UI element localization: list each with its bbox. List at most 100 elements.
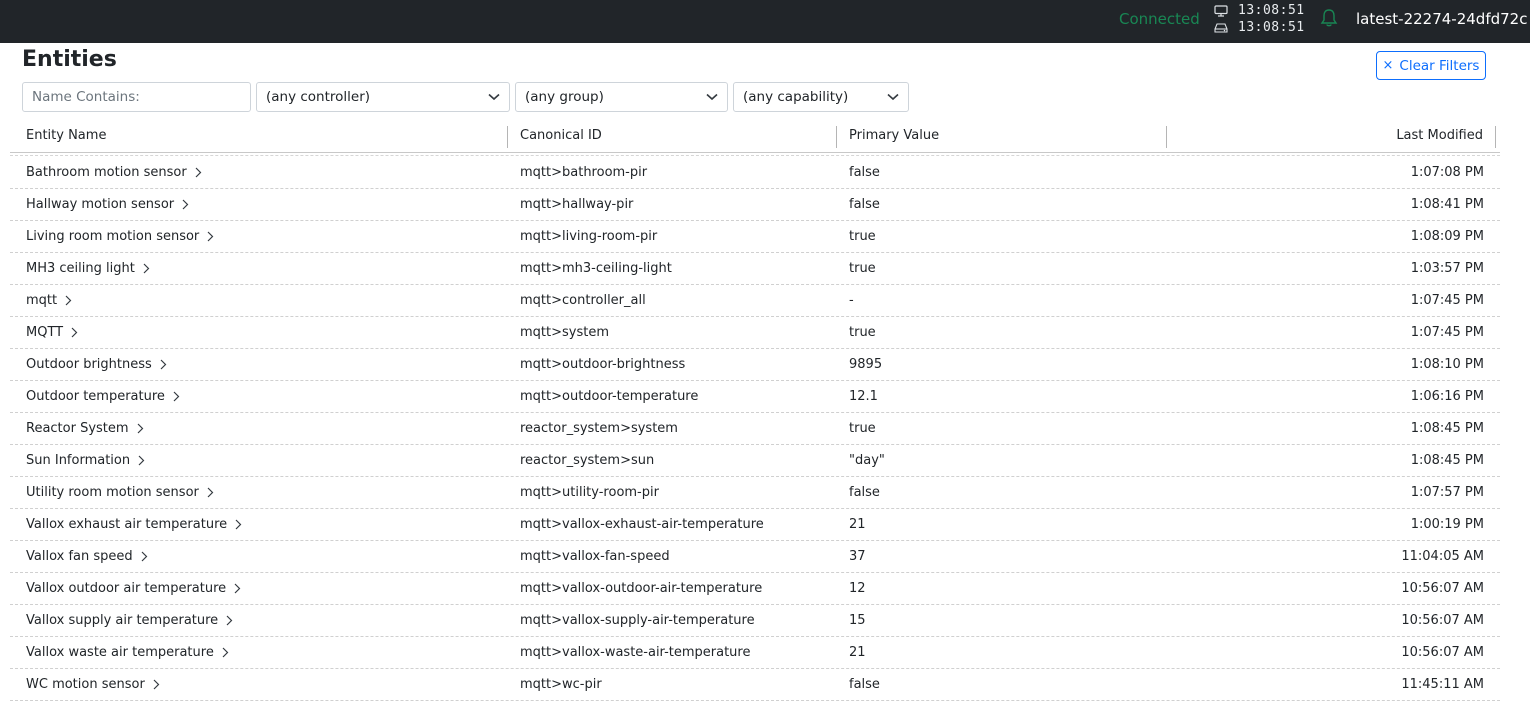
entity-name[interactable]: Outdoor brightness: [26, 357, 152, 372]
table-row[interactable]: Reactor System reactor_system>system true 1…: [10, 413, 1500, 445]
chevron-right-icon[interactable]: [173, 391, 180, 402]
canonical-id-cell: reactor_system>system: [520, 421, 678, 436]
name-filter-input[interactable]: Name Contains:: [22, 82, 251, 112]
column-resizer[interactable]: [836, 126, 837, 148]
table-row[interactable]: Utility room motion sensor mqtt>utility-r…: [10, 477, 1500, 509]
primary-value-cell: -: [849, 293, 854, 308]
entity-name[interactable]: MQTT: [26, 325, 63, 340]
table-row[interactable]: MH3 ceiling light mqtt>mh3-ceiling-light t…: [10, 253, 1500, 285]
entity-name-cell[interactable]: Living room motion sensor: [26, 229, 214, 244]
table-row[interactable]: Outdoor temperature mqtt>outdoor-temperat…: [10, 381, 1500, 413]
table-row[interactable]: Living room motion sensor mqtt>living-roo…: [10, 221, 1500, 253]
entity-name-cell[interactable]: Vallox outdoor air temperature: [26, 581, 241, 596]
table-row[interactable]: Hallway motion sensor mqtt>hallway-pir fal…: [10, 189, 1500, 221]
entity-name[interactable]: Vallox waste air temperature: [26, 645, 214, 660]
chevron-right-icon[interactable]: [195, 167, 202, 178]
table-row[interactable]: Vallox waste air temperature mqtt>vallox-…: [10, 637, 1500, 669]
controller-select[interactable]: (any controller): [256, 82, 510, 112]
chevron-right-icon[interactable]: [234, 583, 241, 594]
table-row[interactable]: Sun Information reactor_system>sun "day" 1:…: [10, 445, 1500, 477]
entity-name-cell[interactable]: Vallox exhaust air temperature: [26, 517, 242, 532]
entity-name[interactable]: Living room motion sensor: [26, 229, 199, 244]
last-modified-cell: 10:56:07 AM: [1401, 581, 1484, 596]
column-resizer[interactable]: [1166, 126, 1167, 148]
canonical-id-cell: mqtt>vallox-exhaust-air-temperature: [520, 517, 764, 532]
chevron-right-icon[interactable]: [138, 455, 145, 466]
chevron-right-icon[interactable]: [226, 615, 233, 626]
table-row[interactable]: Vallox outdoor air temperature mqtt>vallo…: [10, 573, 1500, 605]
primary-value-cell: false: [849, 165, 880, 180]
entity-name-cell[interactable]: MH3 ceiling light: [26, 261, 150, 276]
table-row[interactable]: Vallox exhaust air temperature mqtt>vallo…: [10, 509, 1500, 541]
chevron-right-icon[interactable]: [182, 199, 189, 210]
entity-name-cell[interactable]: Utility room motion sensor: [26, 485, 214, 500]
entity-name-cell[interactable]: Outdoor temperature: [26, 389, 180, 404]
table-row[interactable]: Vallox supply air temperature mqtt>vallox…: [10, 605, 1500, 637]
entity-name-cell[interactable]: Reactor System: [26, 421, 144, 436]
chevron-right-icon[interactable]: [207, 231, 214, 242]
canonical-id-cell: mqtt>outdoor-temperature: [520, 389, 699, 404]
chevron-right-icon[interactable]: [153, 679, 160, 690]
header-canonical-id[interactable]: Canonical ID: [520, 128, 602, 143]
entity-name[interactable]: Hallway motion sensor: [26, 197, 174, 212]
header-entity-name[interactable]: Entity Name: [26, 128, 106, 143]
chevron-right-icon[interactable]: [141, 551, 148, 562]
entity-name-cell[interactable]: Vallox fan speed: [26, 549, 148, 564]
entity-name-cell[interactable]: Bathroom motion sensor: [26, 165, 202, 180]
entity-name[interactable]: mqtt: [26, 293, 57, 308]
primary-value-cell: true: [849, 261, 876, 276]
table-row[interactable]: Bathroom motion sensor mqtt>bathroom-pir f…: [10, 157, 1500, 189]
last-modified-cell: 11:45:11 AM: [1401, 677, 1484, 692]
client-time: 13:08:51: [1238, 3, 1305, 18]
table-row[interactable]: mqtt mqtt>controller_all - 1:07:45 PM: [10, 285, 1500, 317]
entity-name[interactable]: Sun Information: [26, 453, 130, 468]
entity-name[interactable]: MH3 ceiling light: [26, 261, 135, 276]
primary-value-cell: 15: [849, 613, 866, 628]
group-select[interactable]: (any group): [515, 82, 728, 112]
chevron-right-icon[interactable]: [143, 263, 150, 274]
entity-name[interactable]: Reactor System: [26, 421, 129, 436]
entity-name-cell[interactable]: Vallox supply air temperature: [26, 613, 233, 628]
table-row[interactable]: MQTT mqtt>system true 1:07:45 PM: [10, 317, 1500, 349]
bell-icon[interactable]: [1320, 8, 1338, 32]
entity-name[interactable]: Vallox exhaust air temperature: [26, 517, 227, 532]
entity-name-cell[interactable]: Vallox waste air temperature: [26, 645, 229, 660]
capability-select[interactable]: (any capability): [733, 82, 909, 112]
chevron-right-icon[interactable]: [207, 487, 214, 498]
chevron-right-icon[interactable]: [235, 519, 242, 530]
last-modified-cell: 1:08:09 PM: [1410, 229, 1484, 244]
column-resizer[interactable]: [507, 126, 508, 148]
header-last-modified[interactable]: Last Modified: [1396, 128, 1483, 143]
column-resizer[interactable]: [1495, 126, 1496, 148]
entity-name[interactable]: Vallox outdoor air temperature: [26, 581, 226, 596]
clock-panel: 13:08:51 13:08:51: [1212, 2, 1312, 36]
chevron-right-icon[interactable]: [222, 647, 229, 658]
last-modified-cell: 1:00:19 PM: [1410, 517, 1484, 532]
entity-name[interactable]: WC motion sensor: [26, 677, 145, 692]
primary-value-cell: 37: [849, 549, 866, 564]
entity-name[interactable]: Utility room motion sensor: [26, 485, 199, 500]
chevron-right-icon[interactable]: [71, 327, 78, 338]
table-row[interactable]: Vallox fan speed mqtt>vallox-fan-speed 37 1…: [10, 541, 1500, 573]
chevron-right-icon[interactable]: [160, 359, 167, 370]
primary-value-cell: true: [849, 229, 876, 244]
entity-name-cell[interactable]: mqtt: [26, 293, 72, 308]
table-row[interactable]: WC motion sensor mqtt>wc-pir false 11:45:11…: [10, 669, 1500, 701]
primary-value-cell: "day": [849, 453, 885, 468]
entity-name[interactable]: Vallox supply air temperature: [26, 613, 218, 628]
canonical-id-cell: mqtt>bathroom-pir: [520, 165, 648, 180]
table-row[interactable]: Outdoor brightness mqtt>outdoor-brightnes…: [10, 349, 1500, 381]
entity-name-cell[interactable]: Outdoor brightness: [26, 357, 167, 372]
chevron-right-icon[interactable]: [65, 295, 72, 306]
entity-name[interactable]: Outdoor temperature: [26, 389, 165, 404]
header-primary-value[interactable]: Primary Value: [849, 128, 939, 143]
entity-name-cell[interactable]: MQTT: [26, 325, 78, 340]
entity-name-cell[interactable]: WC motion sensor: [26, 677, 160, 692]
clear-filters-button[interactable]: × Clear Filters: [1376, 51, 1486, 80]
entity-name[interactable]: Vallox fan speed: [26, 549, 133, 564]
entity-name[interactable]: Bathroom motion sensor: [26, 165, 187, 180]
chevron-right-icon[interactable]: [137, 423, 144, 434]
entity-name-cell[interactable]: Hallway motion sensor: [26, 197, 189, 212]
primary-value-cell: false: [849, 485, 880, 500]
entity-name-cell[interactable]: Sun Information: [26, 453, 145, 468]
